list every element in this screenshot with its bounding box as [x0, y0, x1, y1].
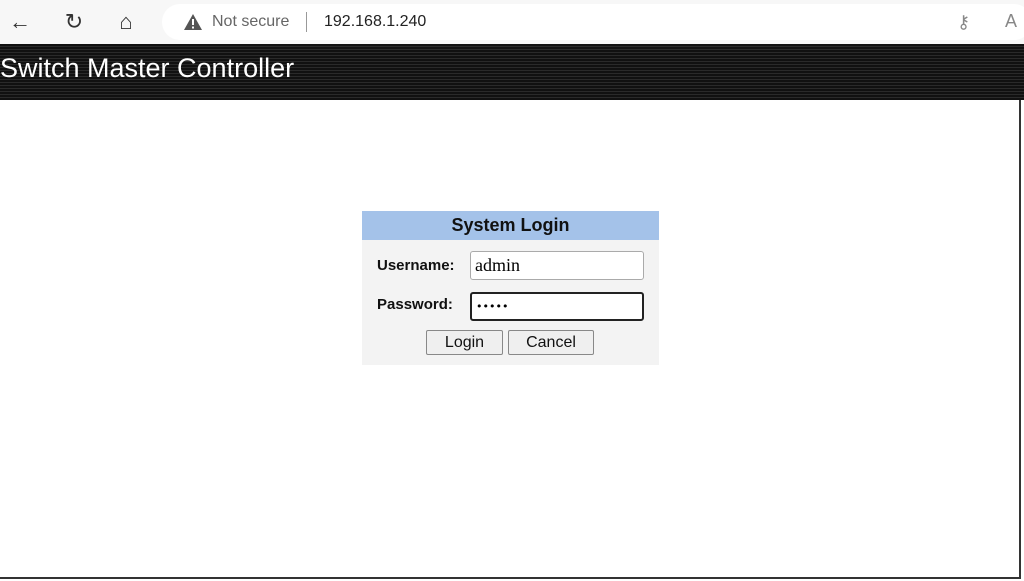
page-header: Switch Master Controller [0, 44, 1024, 100]
refresh-icon[interactable]: ↻ [60, 8, 88, 36]
divider [306, 12, 307, 32]
login-button[interactable]: Login [426, 330, 503, 355]
key-icon[interactable]: ⚷ [957, 12, 970, 33]
warning-icon[interactable] [183, 13, 203, 31]
browser-toolbar: ← ↻ ⌂ Not secure 192.168.1.240 ⚷ A [0, 0, 1024, 44]
home-icon[interactable]: ⌂ [112, 8, 140, 36]
password-input[interactable]: ••••• [470, 292, 644, 321]
page-title: Switch Master Controller [0, 53, 295, 83]
login-panel: System Login Username: admin Password: •… [362, 211, 659, 365]
back-arrow-icon[interactable]: ← [6, 8, 34, 36]
username-input[interactable]: admin [470, 251, 644, 280]
url-text[interactable]: 192.168.1.240 [324, 13, 426, 31]
cancel-button[interactable]: Cancel [508, 330, 594, 355]
address-bar[interactable]: Not secure 192.168.1.240 ⚷ A [162, 4, 1024, 40]
read-aloud-icon[interactable]: A [1005, 11, 1017, 32]
password-label: Password: [377, 296, 453, 313]
security-label[interactable]: Not secure [212, 13, 289, 31]
username-label: Username: [377, 257, 455, 274]
login-title: System Login [362, 211, 659, 240]
